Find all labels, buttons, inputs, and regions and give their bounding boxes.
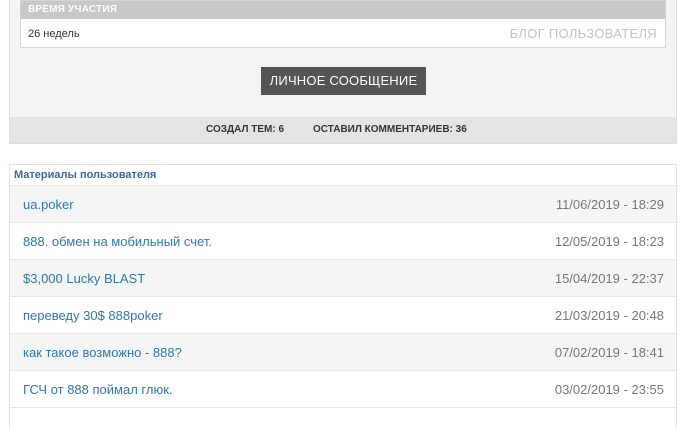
- tenure-value: 26 недель: [28, 28, 80, 40]
- material-date: 07/02/2019 - 18:41: [554, 345, 664, 360]
- list-item: 888. обмен на мобильный счет. 12/05/2019…: [10, 223, 676, 260]
- user-materials-panel: Материалы пользователя ua.poker 11/06/20…: [9, 164, 677, 428]
- user-stats-bar: СОЗДАЛ ТЕМ: 6 ОСТАВИЛ КОММЕНТАРИЕВ: 36: [10, 117, 676, 143]
- private-message-button[interactable]: ЛИЧНОЕ СООБЩЕНИЕ: [261, 67, 426, 95]
- material-title-link[interactable]: 888. обмен на мобильный счет.: [23, 234, 212, 249]
- tenure-box: ВРЕМЯ УЧАСТИЯ 26 недель БЛОГ ПОЛЬЗОВАТЕЛ…: [20, 0, 666, 48]
- material-title-link[interactable]: ua.poker: [23, 197, 74, 212]
- material-date: 15/04/2019 - 22:37: [554, 271, 664, 286]
- materials-header: Материалы пользователя: [10, 165, 676, 186]
- list-item: ua.poker 11/06/2019 - 18:29: [10, 186, 676, 223]
- list-item: как такое возможно - 888? 07/02/2019 - 1…: [10, 334, 676, 371]
- material-title-link[interactable]: переведу 30$ 888poker: [23, 308, 163, 323]
- list-item: $3,000 Lucky BLAST 15/04/2019 - 22:37: [10, 260, 676, 297]
- list-item: переведу 30$ 888poker 21/03/2019 - 20:48: [10, 297, 676, 334]
- material-title-link[interactable]: ГСЧ от 888 поймал глюк.: [23, 382, 173, 397]
- user-blog-link[interactable]: БЛОГ ПОЛЬЗОВАТЕЛЯ: [510, 26, 657, 41]
- topics-created-stat: СОЗДАЛ ТЕМ: 6: [206, 124, 285, 135]
- tenure-label: ВРЕМЯ УЧАСТИЯ: [21, 1, 665, 19]
- list-item: ГСЧ от 888 поймал глюк. 03/02/2019 - 23:…: [10, 371, 676, 408]
- material-date: 12/05/2019 - 18:23: [554, 234, 664, 249]
- material-date: 03/02/2019 - 23:55: [554, 382, 664, 397]
- material-date: 21/03/2019 - 20:48: [554, 308, 664, 323]
- comments-left-stat: ОСТАВИЛ КОММЕНТАРИЕВ: 36: [313, 124, 467, 135]
- profile-card: ВРЕМЯ УЧАСТИЯ 26 недель БЛОГ ПОЛЬЗОВАТЕЛ…: [9, 0, 677, 144]
- material-title-link[interactable]: $3,000 Lucky BLAST: [23, 271, 145, 286]
- material-title-link[interactable]: как такое возможно - 888?: [23, 345, 182, 360]
- material-date: 11/06/2019 - 18:29: [555, 197, 664, 212]
